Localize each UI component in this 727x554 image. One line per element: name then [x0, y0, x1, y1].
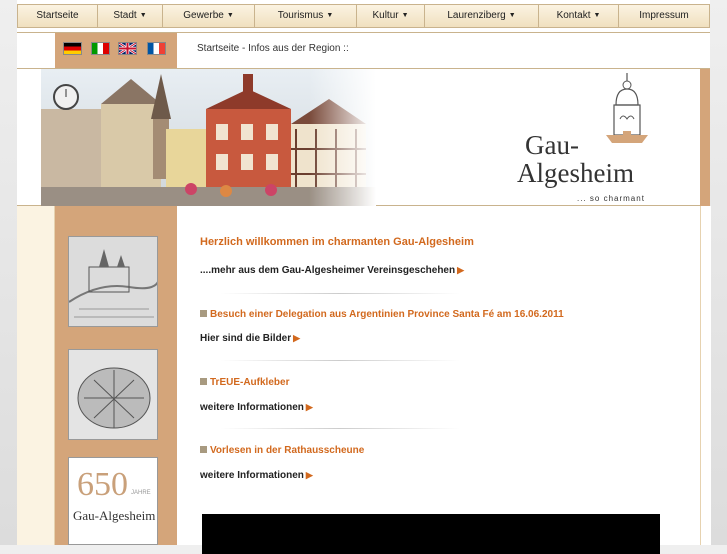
left-outer-stripe — [17, 206, 55, 545]
arrow-right-icon: ▶ — [457, 265, 465, 275]
town-square-photo — [41, 69, 376, 206]
nav-label: Tourismus — [277, 10, 324, 21]
language-strip — [55, 33, 177, 69]
banner-side-stripe — [700, 69, 710, 206]
logo-line1: Gau- — [525, 130, 579, 160]
nav-laurenziberg[interactable]: Laurenziberg ▼ — [425, 5, 539, 27]
town-square-illustration — [41, 69, 376, 206]
link-text: weitere Informationen — [200, 470, 304, 481]
language-bar: Startseite - Infos aus der Region :: — [17, 32, 710, 69]
town-plan-illustration — [69, 350, 157, 439]
site-logo[interactable]: Gau- Algesheim — [517, 131, 634, 187]
header-banner: Gau- Algesheim ... so charmant — [17, 68, 710, 206]
jubilee-number: 650 — [77, 466, 128, 503]
british-flag-icon[interactable] — [118, 41, 137, 56]
caret-down-icon: ▼ — [401, 12, 409, 19]
jubilee-name: Gau-Algesheim — [73, 508, 156, 523]
main-content: Herzlich willkommen im charmanten Gau-Al… — [200, 206, 700, 554]
headline-text: TrEUE-Aufkleber — [210, 377, 290, 388]
welcome-heading: Herzlich willkommen im charmanten Gau-Al… — [200, 236, 474, 248]
site-container: Startseite Stadt ▼ Gewerbe ▼ Tourismus ▼ Ku… — [17, 0, 711, 554]
arrow-right-icon: ▶ — [293, 333, 301, 343]
650-jahre-thumbnail[interactable]: 650 JAHRE Gau-Algesheim — [68, 457, 158, 545]
arrow-right-icon: ▶ — [305, 402, 313, 412]
link-text: ....mehr aus dem Gau-Algesheimer Vereins… — [200, 265, 456, 276]
jubilee-word: JAHRE — [131, 490, 151, 496]
news-link[interactable]: weitere Informationen ▶ — [200, 470, 313, 481]
nav-tourismus[interactable]: Tourismus ▼ — [255, 5, 357, 27]
main-navigation: Startseite Stadt ▼ Gewerbe ▼ Tourismus ▼ Ku… — [17, 4, 710, 28]
french-flag-icon[interactable] — [147, 42, 166, 55]
news-headline: Vorlesen in der Rathausscheune — [200, 445, 364, 456]
town-plan-thumbnail[interactable] — [68, 349, 158, 440]
bullet-square-icon — [200, 310, 207, 317]
nav-label: Laurenziberg — [447, 10, 506, 21]
nav-label: Stadt — [113, 10, 137, 21]
nav-label: Kontakt — [556, 10, 591, 21]
nav-kultur[interactable]: Kultur ▼ — [357, 5, 425, 27]
link-text: Hier sind die Bilder — [200, 333, 292, 344]
arrow-right-icon: ▶ — [305, 470, 313, 480]
engraving-illustration — [69, 237, 157, 326]
logo-tagline: ... so charmant — [577, 194, 645, 203]
news-headline: TrEUE-Aufkleber — [200, 377, 289, 388]
left-sidebar: 650 JAHRE Gau-Algesheim — [55, 206, 177, 545]
headline-text: Vorlesen in der Rathausscheune — [210, 445, 365, 456]
italian-flag-icon[interactable] — [91, 42, 110, 55]
caret-down-icon: ▼ — [326, 12, 334, 19]
british-flag-graphic — [118, 41, 137, 56]
nav-impressum[interactable]: Impressum — [619, 5, 709, 27]
divider — [220, 293, 460, 294]
news-headline: Besuch einer Delegation aus Argentinien … — [200, 309, 564, 320]
divider — [220, 428, 460, 429]
breadcrumb: Startseite - Infos aus der Region :: — [197, 43, 349, 54]
nav-stadt[interactable]: Stadt ▼ — [98, 5, 163, 27]
nav-kontakt[interactable]: Kontakt ▼ — [539, 5, 619, 27]
nav-label: Gewerbe — [183, 10, 224, 21]
caret-down-icon: ▼ — [593, 12, 601, 19]
bullet-square-icon — [200, 378, 207, 385]
caret-down-icon: ▼ — [139, 12, 147, 19]
right-stripe — [700, 206, 711, 545]
nav-gewerbe[interactable]: Gewerbe ▼ — [163, 5, 255, 27]
news-link[interactable]: Hier sind die Bilder ▶ — [200, 333, 300, 344]
historic-map-thumbnail[interactable] — [68, 236, 158, 327]
nav-label: Impressum — [639, 10, 689, 21]
headline-text: Besuch einer Delegation aus Argentinien … — [210, 309, 564, 320]
german-flag-icon[interactable] — [63, 42, 82, 55]
video-player[interactable] — [202, 514, 660, 554]
nav-startseite[interactable]: Startseite — [18, 5, 98, 27]
caret-down-icon: ▼ — [226, 12, 234, 19]
news-link[interactable]: weitere Informationen ▶ — [200, 402, 313, 413]
bullet-square-icon — [200, 446, 207, 453]
nav-label: Kultur — [372, 10, 399, 21]
link-text: weitere Informationen — [200, 402, 304, 413]
nav-label: Startseite — [36, 10, 79, 21]
caret-down-icon: ▼ — [508, 12, 516, 19]
more-club-news-link[interactable]: ....mehr aus dem Gau-Algesheimer Vereins… — [200, 265, 464, 276]
logo-line2: Algesheim — [517, 158, 634, 188]
divider — [220, 360, 460, 361]
